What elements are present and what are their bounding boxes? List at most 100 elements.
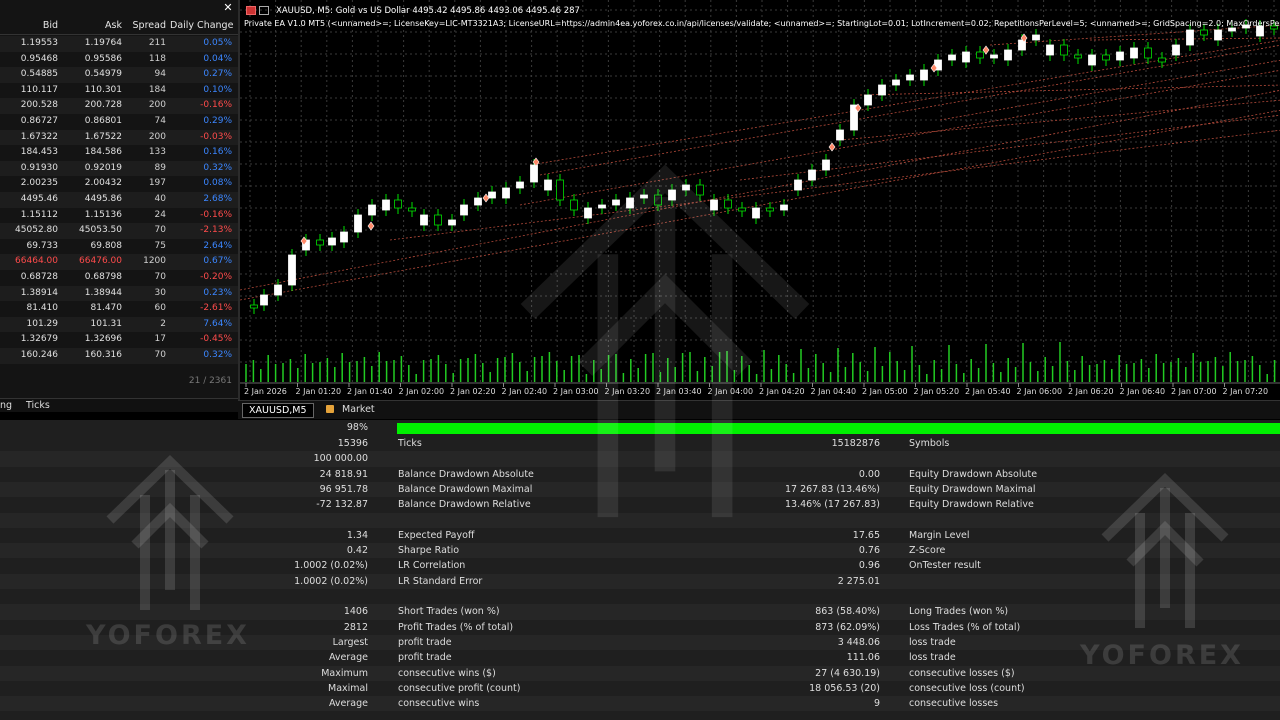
- symbol-row[interactable]: 0.68728 0.68798 70 -0.20%: [0, 270, 238, 286]
- bid-value: 1.15112: [20, 209, 58, 220]
- spread-value: 197: [148, 178, 166, 189]
- result-value-1: 24 818.91: [319, 468, 368, 480]
- candle: [1130, 47, 1138, 59]
- spread-value: 133: [148, 147, 166, 158]
- symbol-row[interactable]: 160.246 160.316 70 0.32%: [0, 348, 238, 364]
- result-value-1: 1406: [343, 606, 368, 618]
- candle: [354, 214, 362, 233]
- watermark-center-logo-icon: [520, 164, 810, 518]
- watermark-text-right: YOFOREX: [1080, 640, 1244, 671]
- time-label: 2 Jan 02:20: [450, 387, 496, 396]
- symbol-row[interactable]: 81.410 81.470 60 -2.61%: [0, 301, 238, 317]
- symbol-row[interactable]: 0.86727 0.86801 74 0.29%: [0, 114, 238, 130]
- result-value-2: 0.00: [858, 468, 880, 480]
- symbol-row[interactable]: 1.15112 1.15136 24 -0.16%: [0, 208, 238, 224]
- symbol-row[interactable]: 200.528 200.728 200 -0.16%: [0, 98, 238, 114]
- candle: [1074, 54, 1082, 59]
- column-header-spread[interactable]: Spread: [124, 20, 166, 31]
- symbol-row[interactable]: 69.733 69.808 75 2.64%: [0, 239, 238, 255]
- result-label-2: Sharpe Ratio: [398, 545, 460, 557]
- chart-title: XAUUSD, M5: Gold vs US Dollar 4495.42 44…: [276, 6, 580, 16]
- daily-change-value: 0.05%: [203, 38, 232, 48]
- result-label-3: Long Trades (won %): [909, 606, 1009, 618]
- daily-change-value: -0.03%: [200, 131, 232, 142]
- symbol-row[interactable]: 0.91930 0.92019 89 0.32%: [0, 160, 238, 177]
- trade-line: [1089, 37, 1280, 41]
- candle: [976, 51, 984, 59]
- chart-menu-icon[interactable]: [259, 6, 269, 15]
- trade-line: [529, 39, 1280, 166]
- result-label-2: Short Trades (won %): [398, 606, 500, 618]
- candle: [288, 254, 296, 286]
- bid-value: 0.54885: [20, 69, 58, 80]
- time-label: 2 Jan 07:00: [1171, 387, 1217, 396]
- result-value-1: 15396: [337, 438, 368, 449]
- result-label-3: loss trade: [909, 652, 956, 664]
- result-value-1: 96 951.78: [319, 483, 368, 495]
- result-label-3: loss trade: [909, 636, 956, 648]
- daily-change-value: 0.32%: [203, 162, 232, 173]
- result-value-1: 1.34: [346, 529, 368, 541]
- bid-value: 0.86727: [20, 116, 58, 126]
- watermark-logo-icon: [106, 455, 234, 610]
- candle: [948, 54, 956, 61]
- result-value-1: 1.0002 (0.02%): [294, 560, 368, 572]
- ask-value: 101.31: [90, 318, 123, 329]
- tab-ticks[interactable]: Ticks: [26, 400, 50, 411]
- candle: [434, 214, 442, 226]
- daily-change-value: 0.32%: [203, 350, 232, 360]
- result-label-3: consecutive loss (count): [909, 682, 1025, 694]
- ask-value: 184.586: [84, 147, 122, 158]
- result-value-2: 3 448.06: [837, 636, 880, 648]
- close-icon[interactable]: ✕: [222, 2, 234, 14]
- candle: [836, 129, 844, 141]
- result-label-2: LR Correlation: [398, 560, 466, 572]
- symbol-row[interactable]: 2.00235 2.00432 197 0.08%: [0, 176, 238, 192]
- symbol-row[interactable]: 1.32679 1.32696 17 -0.45%: [0, 332, 238, 348]
- column-header-ask[interactable]: Ask: [62, 20, 122, 31]
- symbol-row[interactable]: 66464.00 66476.00 1200 0.67%: [0, 254, 238, 270]
- symbol-row[interactable]: 1.38914 1.38944 30 0.23%: [0, 285, 238, 302]
- result-value-1: 0.42: [346, 545, 368, 557]
- ask-value: 2.00432: [84, 178, 122, 189]
- spread-value: 200: [148, 131, 166, 142]
- symbol-row[interactable]: 110.117 110.301 184 0.10%: [0, 83, 238, 99]
- symbol-row[interactable]: 1.19553 1.19764 211 0.05%: [0, 36, 238, 52]
- result-label-3: Z-Score: [909, 545, 946, 557]
- bid-value: 1.67322: [20, 131, 58, 142]
- ask-value: 66476.00: [79, 256, 122, 267]
- candle: [920, 69, 928, 81]
- column-header-bid[interactable]: Bid: [0, 20, 58, 31]
- symbol-row[interactable]: 4495.46 4495.86 40 2.68%: [0, 192, 238, 208]
- daily-change-value: 0.08%: [203, 178, 232, 189]
- bid-value: 45052.80: [15, 225, 58, 236]
- result-value-1: Maximum: [321, 667, 368, 679]
- symbol-row[interactable]: 0.54885 0.54979 94 0.27%: [0, 67, 238, 83]
- trade-marker: [367, 221, 375, 231]
- bid-value: 0.68728: [20, 272, 58, 282]
- result-label-3: consecutive losses: [909, 698, 999, 710]
- symbol-row[interactable]: 0.95468 0.95586 118 0.04%: [0, 52, 238, 68]
- tab-xauusd-m5[interactable]: XAUUSD,M5: [242, 403, 314, 418]
- candle: [474, 197, 482, 206]
- column-header-daily-change[interactable]: Daily Change: [170, 20, 233, 31]
- symbol-row[interactable]: 184.453 184.586 133 0.16%: [0, 145, 238, 161]
- tab-ng[interactable]: ng: [0, 400, 12, 411]
- candle: [1228, 27, 1236, 32]
- symbol-row[interactable]: 1.67322 1.67522 200 -0.03%: [0, 129, 238, 146]
- daily-change-value: 0.10%: [203, 84, 232, 95]
- ask-value: 0.54979: [84, 69, 122, 80]
- symbol-row[interactable]: 45052.80 45053.50 70 -2.13%: [0, 223, 238, 239]
- trade-line: [939, 59, 1280, 121]
- symbol-row[interactable]: 101.29 101.31 2 7.64%: [0, 316, 238, 333]
- result-value-1: 100 000.00: [313, 453, 368, 465]
- candle: [328, 237, 336, 246]
- watermark-logo-icon: [1101, 473, 1229, 628]
- market-watch-header: Bid Ask Spread Daily Change: [0, 16, 238, 35]
- tab-market[interactable]: Market: [322, 403, 379, 418]
- daily-change-value: 0.27%: [203, 69, 232, 80]
- spread-value: 70: [154, 225, 166, 236]
- time-label: 2 Jan 01:40: [347, 387, 393, 396]
- ask-value: 200.728: [84, 100, 122, 111]
- result-value-2: 18 056.53 (20): [809, 682, 880, 694]
